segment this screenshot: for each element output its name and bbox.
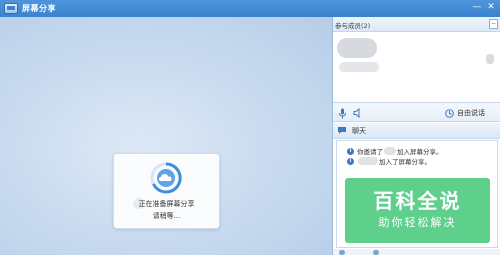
screen-share-area: 正在准备屏幕分享 请稍等... (0, 17, 332, 255)
emoji-icon[interactable] (339, 250, 345, 255)
cloud-spinner-icon (150, 162, 182, 194)
participant-avatar (337, 38, 377, 58)
free-talk-button[interactable]: 自由说话 (445, 106, 485, 120)
participant-name (339, 62, 379, 72)
chat-message-prefix: 你邀请了 (357, 148, 383, 156)
chat-message-area[interactable]: i 你邀请了 加入屏幕分享。 i 加入了屏幕分享。 百科全说 助你轻松解决 (336, 140, 498, 248)
free-talk-icon (445, 108, 454, 118)
participants-header: 参与成员(2) − (333, 17, 500, 32)
chat-icon (338, 127, 346, 134)
title-bar: 屏幕分享 — ✕ (0, 0, 500, 17)
free-talk-label: 自由说话 (457, 109, 485, 117)
loading-submessage: 请稍等... (152, 212, 181, 220)
watermark-title: 百科全说 (373, 189, 462, 213)
window-title: 屏幕分享 (22, 4, 56, 13)
blurred-username (384, 147, 396, 155)
loading-message: 正在准备屏幕分享 (138, 200, 195, 208)
collapse-button[interactable]: − (489, 19, 498, 29)
minimize-button[interactable]: — (470, 1, 484, 13)
microphone-icon[interactable] (338, 108, 347, 119)
info-icon: i (347, 157, 354, 165)
app-icon (4, 3, 18, 14)
watermark-subtitle: 助你轻松解决 (378, 216, 457, 229)
chat-message-suffix: 加入屏幕分享。 (397, 148, 443, 156)
chat-toolbar (333, 249, 500, 255)
chat-message-suffix: 加入了屏幕分享。 (379, 158, 431, 166)
info-icon: i (347, 147, 354, 155)
close-button[interactable]: ✕ (484, 1, 498, 13)
chat-title: 聊天 (352, 127, 366, 135)
chat-message: i 加入了屏幕分享。 (347, 156, 431, 166)
blurred-username (358, 157, 378, 165)
loading-card: 正在准备屏幕分享 请稍等... (113, 153, 220, 229)
chat-message: i 你邀请了 加入屏幕分享。 (347, 146, 443, 156)
toolbar-icon[interactable] (373, 250, 379, 255)
watermark-logo: 百科全说 助你轻松解决 (345, 178, 490, 243)
participant-action-icon[interactable] (486, 54, 494, 64)
side-panel: 参与成员(2) − 自由说话 聊天 i 你邀请了 加入屏幕分享。 i 加入了屏幕… (332, 17, 500, 255)
chat-header: 聊天 (333, 123, 500, 139)
participants-title: 参与成员(2) (335, 22, 371, 30)
audio-controls: 自由说话 (333, 102, 500, 122)
participants-list[interactable] (333, 32, 500, 102)
speaker-icon[interactable] (353, 108, 362, 118)
